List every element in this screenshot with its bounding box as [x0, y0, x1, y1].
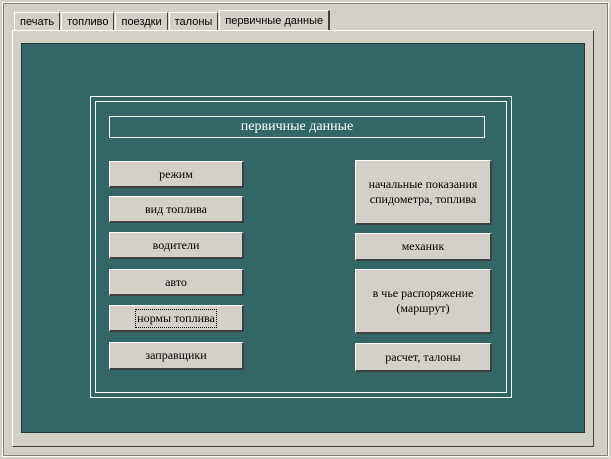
fuel-type-button-label: вид топлива [145, 201, 207, 216]
tab-print[interactable]: печать [14, 12, 61, 30]
auto-button[interactable]: авто [109, 269, 244, 296]
refuelers-button[interactable]: заправщики [109, 342, 244, 370]
drivers-button[interactable]: водители [109, 232, 244, 259]
tab-trips[interactable]: поездки [115, 12, 168, 30]
refuelers-button-label: заправщики [145, 348, 207, 362]
fuel-norms-button-label: нормы топлива [135, 308, 217, 328]
tab-coupons[interactable]: талоны [168, 12, 219, 30]
tab-fuel[interactable]: топливо [61, 12, 115, 30]
tab-primary-data[interactable]: первичные данные [219, 10, 331, 31]
initial-readings-button-label: начальные показания спидометра, топлива [368, 177, 478, 206]
initial-readings-button[interactable]: начальные показания спидометра, топлива [355, 160, 492, 225]
auto-button-label: авто [165, 274, 187, 289]
assignment-route-button[interactable]: в чье распоряжение (маршрут) [355, 269, 492, 334]
calculation-coupons-button[interactable]: расчет, талоны [355, 343, 492, 372]
panel-title: первичные данные [109, 116, 485, 138]
mechanic-button[interactable]: механик [355, 233, 492, 261]
mode-button-label: режим [159, 166, 193, 181]
mode-button[interactable]: режим [109, 161, 244, 188]
calculation-coupons-button-label: расчет, талоны [385, 349, 461, 364]
mechanic-button-label: механик [401, 239, 445, 253]
fuel-type-button[interactable]: вид топлива [109, 196, 244, 223]
assignment-route-button-label: в чье распоряжение (маршрут) [372, 286, 474, 315]
tab-strip: печать топливо поездки талоны первичные … [14, 9, 331, 31]
fuel-norms-button[interactable]: нормы топлива [109, 305, 244, 332]
drivers-button-label: водители [152, 237, 200, 252]
